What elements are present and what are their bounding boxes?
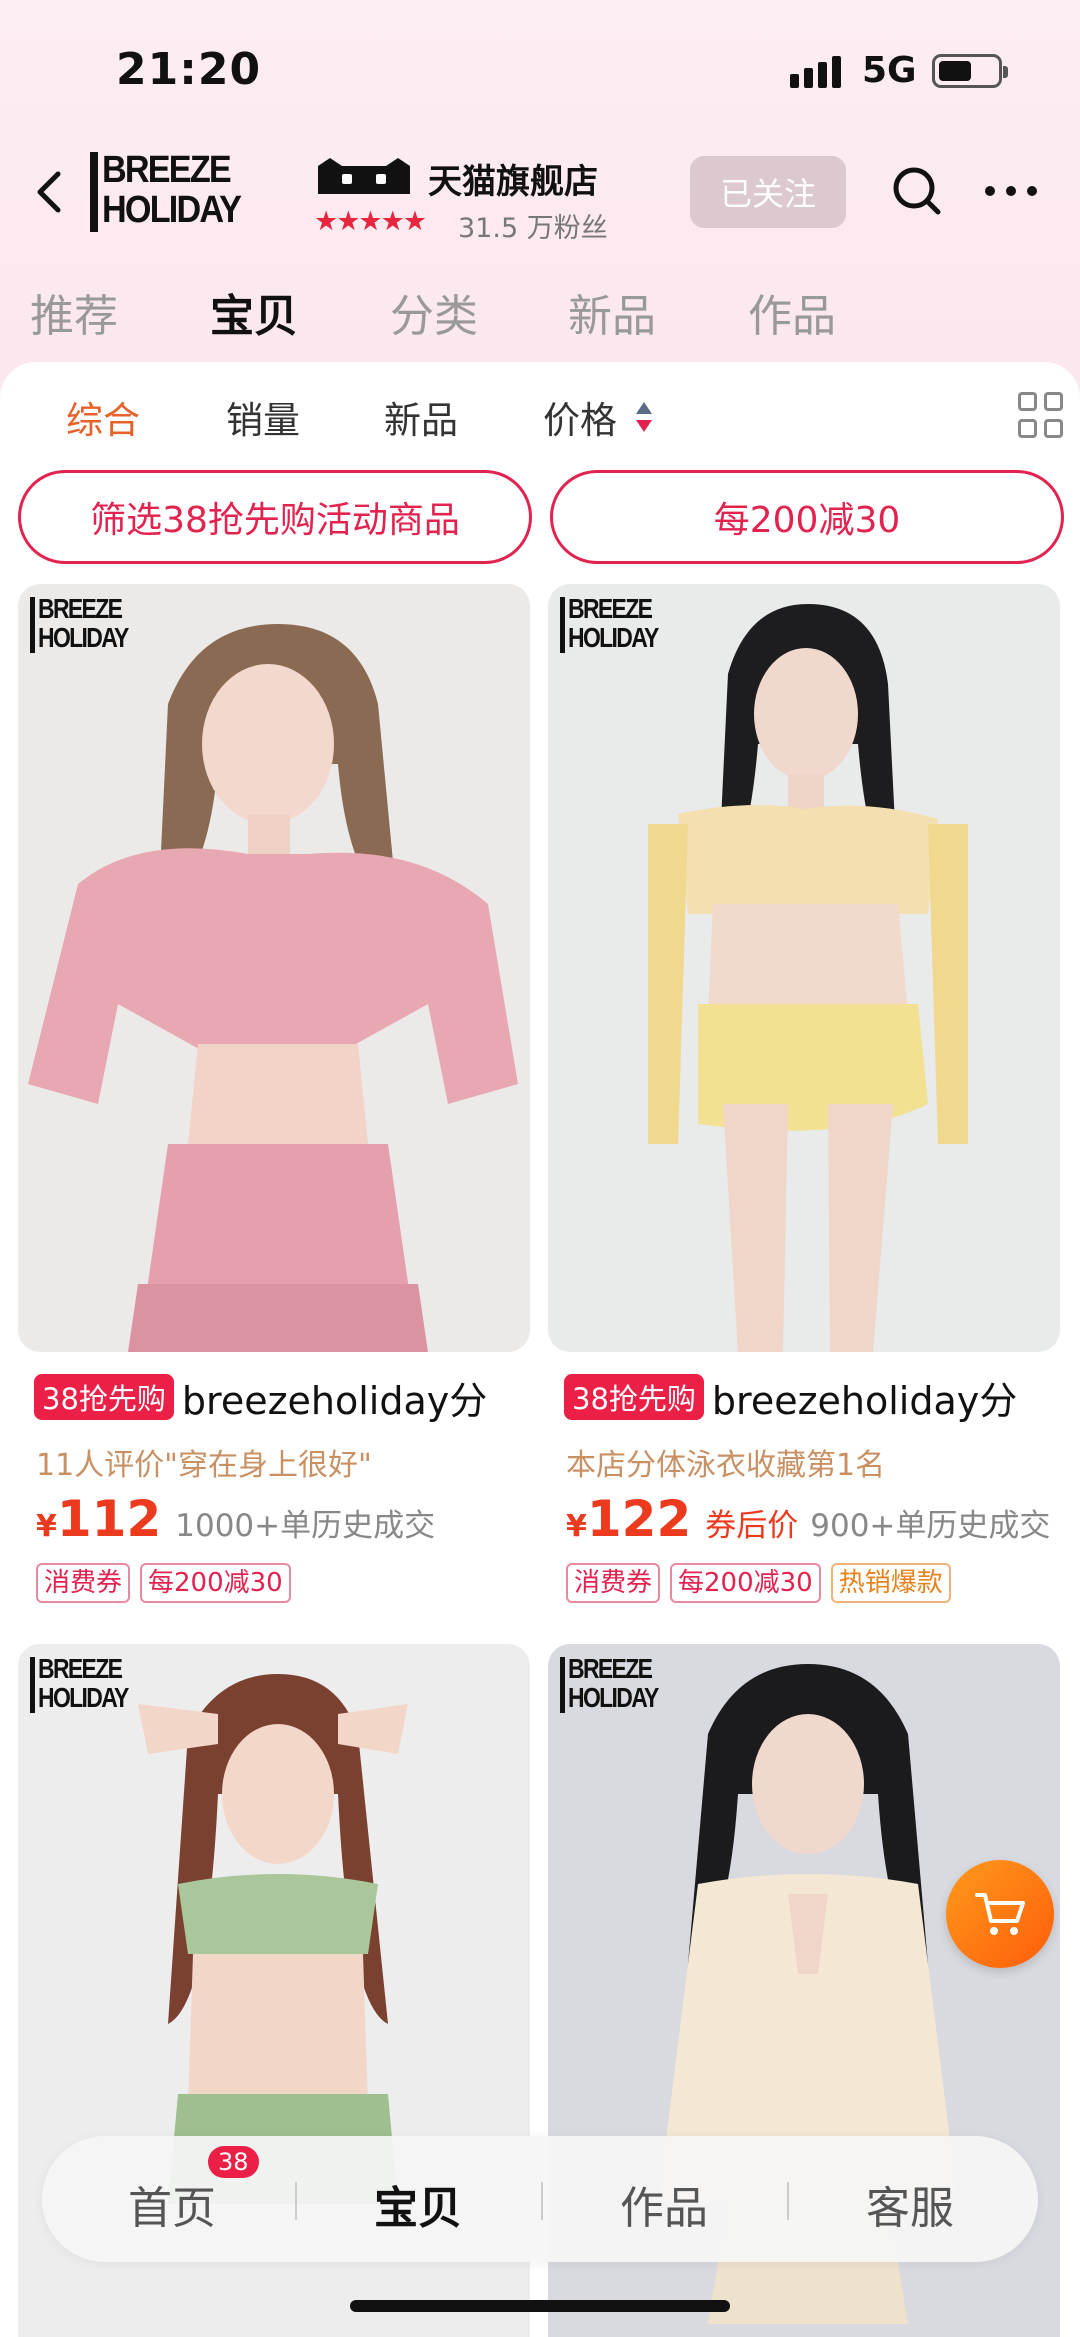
sort-sales[interactable]: 销量 [226, 390, 300, 444]
after-coupon-label: 券后价 [705, 1508, 799, 1544]
nav-customer-service[interactable]: 客服 [820, 2172, 1000, 2236]
signal-icon [790, 56, 841, 88]
card-brand-logo: BREEZE HOLIDAY [30, 1654, 160, 1714]
nav-home[interactable]: 首页 [82, 2172, 262, 2236]
nav-home-badge: 38 [208, 2146, 259, 2178]
sort-bar: 综合 销量 新品 价格 [0, 390, 1080, 446]
sort-overall[interactable]: 综合 [66, 390, 140, 444]
currency-symbol: ¥ [36, 1509, 57, 1544]
tab-products[interactable]: 宝贝 [210, 280, 298, 344]
card-brand-logo: BREEZE HOLIDAY [560, 1654, 690, 1714]
product-title-text: breezeholiday分 [711, 1378, 1018, 1423]
currency-symbol: ¥ [566, 1509, 587, 1544]
fans-count: 31.5 万粉丝 [458, 213, 608, 244]
review-snippet: 11人评价"穿在身上很好" [36, 1448, 372, 1483]
product-title[interactable]: 38抢先购 breezeholiday分 [564, 1372, 1060, 1422]
product-title[interactable]: 38抢先购 breezeholiday分 [34, 1372, 524, 1422]
back-arrow-icon[interactable] [26, 168, 74, 216]
tag-discount: 每200减30 [670, 1563, 821, 1603]
filter-38-presale-button[interactable]: 筛选38抢先购活动商品 [18, 470, 532, 564]
tab-works[interactable]: 作品 [748, 280, 836, 344]
product-tags: 消费券 每200减30 [36, 1563, 291, 1603]
nav-works[interactable]: 作品 [574, 2172, 754, 2236]
tag-discount: 每200减30 [140, 1563, 291, 1603]
tab-new[interactable]: 新品 [568, 280, 656, 344]
shop-name: 天猫旗舰店 [428, 162, 598, 202]
home-indicator[interactable] [350, 2300, 730, 2312]
nav-divider [295, 2182, 297, 2220]
tag-coupon: 消费券 [566, 1563, 661, 1603]
shop-tabs: 推荐 宝贝 分类 新品 作品 [0, 280, 1080, 342]
card-brand-logo: BREEZE HOLIDAY [30, 594, 160, 654]
filter-discount-button[interactable]: 每200减30 [550, 470, 1064, 564]
sort-price[interactable]: 价格 [543, 390, 617, 444]
nav-divider [787, 2182, 789, 2220]
price-row: ¥ 112 1000+单历史成交 [36, 1490, 435, 1550]
tab-categories[interactable]: 分类 [390, 280, 478, 344]
follow-button[interactable]: 已关注 [690, 156, 846, 228]
promo-tag: 38抢先购 [34, 1374, 174, 1420]
bottom-nav: 首页 38 宝贝 作品 客服 [42, 2136, 1038, 2262]
battery-icon [932, 54, 1008, 88]
tag-coupon: 消费券 [36, 1563, 131, 1603]
sold-count: 1000+单历史成交 [175, 1508, 436, 1544]
status-bar: 21:20 5G [0, 0, 1080, 140]
product-title-text: breezeholiday分 [181, 1378, 488, 1423]
nav-products[interactable]: 宝贝 [328, 2172, 508, 2236]
cart-button[interactable] [946, 1860, 1054, 1968]
tmall-cat-icon [318, 158, 410, 194]
model-photo [28, 624, 518, 1352]
product-tags: 消费券 每200减30 热销爆款 [566, 1563, 951, 1603]
rating-stars-icon: ★★★★★ [314, 206, 427, 237]
sort-arrows-icon[interactable] [634, 400, 654, 434]
shopping-cart-icon [975, 1893, 1025, 1935]
shop-logo-line1: BREEZE [102, 149, 232, 191]
sort-new[interactable]: 新品 [384, 390, 458, 444]
sold-count: 900+单历史成交 [810, 1508, 1051, 1544]
tag-hot: 热销爆款 [830, 1563, 951, 1603]
tab-recommend[interactable]: 推荐 [30, 280, 118, 344]
promo-tag: 38抢先购 [564, 1374, 704, 1420]
card-brand-logo: BREEZE HOLIDAY [560, 594, 690, 654]
ranking-note: 本店分体泳衣收藏第1名 [566, 1448, 886, 1483]
product-image[interactable]: BREEZE HOLIDAY [548, 584, 1060, 1352]
nav-divider [541, 2182, 543, 2220]
status-time: 21:20 [116, 44, 262, 95]
search-icon[interactable] [890, 164, 944, 218]
product-image[interactable]: BREEZE HOLIDAY [18, 584, 530, 1352]
price-row: ¥ 122 券后价 900+单历史成交 [566, 1490, 1050, 1550]
price-value: 112 [56, 1490, 162, 1548]
shop-logo-line2: HOLIDAY [102, 189, 242, 231]
network-label: 5G [862, 50, 917, 91]
shop-logo[interactable]: BREEZE HOLIDAY [90, 150, 265, 234]
price-value: 122 [586, 1490, 692, 1548]
model-photo [648, 604, 968, 1352]
more-icon[interactable] [985, 186, 1037, 196]
grid-view-icon[interactable] [1018, 392, 1064, 440]
